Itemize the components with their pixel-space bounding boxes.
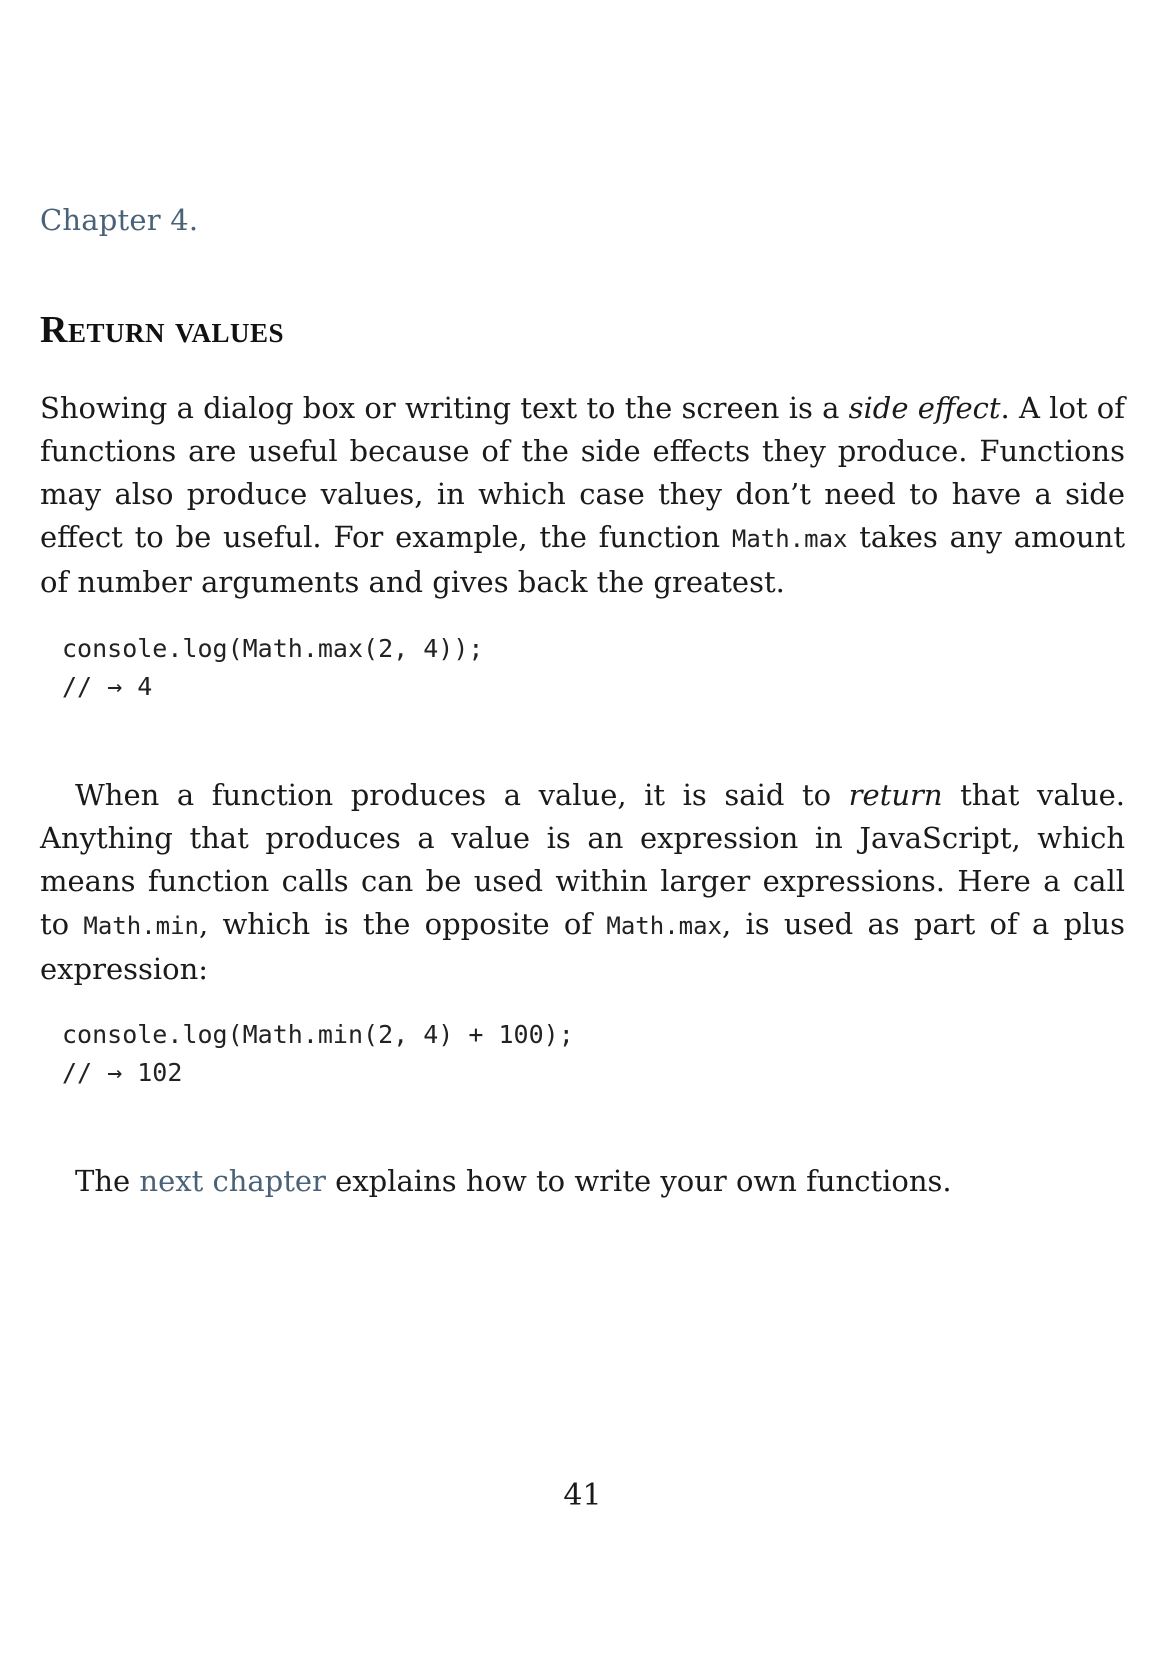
code-block-max: console.log(Math.max(2, 4)); // → 4 [62,630,483,706]
next-chapter-link[interactable]: next chapter [139,1164,326,1198]
paragraph-text: When a function produces a value, it is … [75,778,849,812]
paragraph-return: When a function produces a value, it is … [40,774,1125,991]
inline-code: Math.max [731,525,848,553]
emphasis-text: return [848,778,943,812]
paragraph-text: , which is the opposite of [198,907,607,941]
paragraph-text: Showing a dialog box or writing text to … [40,391,849,425]
document-page: Chapter 4. Return values Showing a dialo… [40,0,1125,1654]
inline-code: Math.max [606,912,722,940]
code-comment: // → 102 [62,1058,183,1087]
paragraph-next-chapter: The next chapter explains how to write y… [40,1160,1125,1203]
chapter-label: Chapter 4. [40,203,199,237]
inline-code: Math.min [83,912,199,940]
code-comment: // → 4 [62,672,153,701]
page-number: 41 [563,1478,602,1513]
paragraph-side-effects: Showing a dialog box or writing text to … [40,387,1125,604]
paragraph-text: explains how to write your own functions… [325,1164,952,1198]
paragraph-text: The [75,1164,140,1198]
section-title: Return values [40,309,285,351]
code-block-min: console.log(Math.min(2, 4) + 100); // → 1… [62,1016,574,1092]
emphasis-text: side effect [848,391,1001,425]
code-line: console.log(Math.min(2, 4) + 100); [62,1020,574,1049]
code-line: console.log(Math.max(2, 4)); [62,634,484,663]
